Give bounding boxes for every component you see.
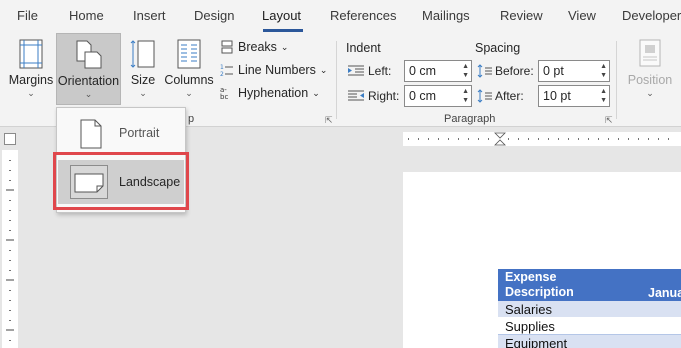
breaks-label: Breaks bbox=[238, 40, 277, 54]
highlight-box bbox=[53, 152, 189, 210]
tab-references[interactable]: References bbox=[330, 8, 396, 23]
group-separator bbox=[616, 41, 617, 119]
indent-left-row: Left: bbox=[347, 60, 391, 82]
spinner-arrows-icon[interactable]: ▲ ▼ bbox=[600, 87, 607, 105]
indent-right-field[interactable]: 0 cm ▲ ▼ bbox=[404, 85, 472, 107]
tab-review[interactable]: Review bbox=[500, 8, 543, 23]
chevron-down-icon: ⌄ bbox=[84, 89, 93, 99]
tab-mailings[interactable]: Mailings bbox=[422, 8, 470, 23]
indent-left-field[interactable]: 0 cm ▲ ▼ bbox=[404, 60, 472, 82]
hyphenation-label: Hyphenation bbox=[238, 86, 309, 100]
tab-view[interactable]: View bbox=[568, 8, 596, 23]
hyphenation-button[interactable]: a-bc Hyphenation ⌄ bbox=[220, 83, 320, 103]
portrait-icon bbox=[80, 119, 102, 152]
spinner-arrows-icon[interactable]: ▲ ▼ bbox=[600, 62, 607, 80]
size-label: Size bbox=[130, 73, 156, 87]
spacing-label: Spacing bbox=[475, 41, 521, 55]
margins-button[interactable]: Margins ⌄ bbox=[7, 33, 55, 105]
spacing-before-value: 0 pt bbox=[543, 64, 564, 78]
vertical-ruler[interactable] bbox=[2, 150, 18, 348]
margins-label: Margins bbox=[8, 73, 54, 87]
indent-left-value: 0 cm bbox=[409, 64, 437, 78]
tab-design[interactable]: Design bbox=[194, 8, 234, 23]
breaks-icon bbox=[221, 40, 233, 54]
hyphenation-icon: a-bc bbox=[220, 86, 228, 100]
margins-icon bbox=[18, 39, 44, 72]
table-header-row: Expense Description Janua bbox=[498, 269, 681, 301]
orientation-button[interactable]: Orientation ⌄ bbox=[56, 33, 121, 105]
indent-right-icon bbox=[348, 90, 364, 101]
indent-left-label: Left: bbox=[368, 64, 392, 78]
spacing-before-label: Before: bbox=[495, 64, 534, 78]
chevron-down-icon: ⌄ bbox=[646, 88, 654, 98]
ribbon-tab-bar: File Home Insert Design Layout Reference… bbox=[0, 0, 681, 33]
chevron-down-icon: ⌄ bbox=[139, 88, 147, 98]
active-tab-indicator bbox=[263, 29, 303, 32]
indent-right-row: Right: bbox=[347, 85, 399, 107]
spacing-before-row: Before: bbox=[477, 60, 534, 82]
paragraph-group-label: Paragraph bbox=[444, 113, 496, 125]
tab-layout[interactable]: Layout bbox=[262, 8, 301, 23]
tab-file[interactable]: File bbox=[17, 8, 38, 23]
line-numbers-button[interactable]: 12 Line Numbers ⌄ bbox=[220, 60, 327, 80]
chevron-down-icon: ⌄ bbox=[312, 87, 320, 98]
spacing-before-field[interactable]: 0 pt ▲ ▼ bbox=[538, 60, 610, 82]
group-separator bbox=[336, 41, 337, 119]
chevron-down-icon: ⌄ bbox=[319, 64, 328, 75]
columns-icon bbox=[177, 39, 201, 72]
page-setup-group-label: p bbox=[188, 113, 195, 125]
page-size-icon bbox=[130, 39, 156, 72]
spacing-before-icon bbox=[477, 64, 492, 78]
orientation-label: Orientation bbox=[57, 74, 120, 88]
tab-insert[interactable]: Insert bbox=[133, 8, 166, 23]
table-header-cell: Janua bbox=[648, 286, 681, 300]
spacing-after-icon bbox=[477, 89, 492, 103]
spinner-arrows-icon[interactable]: ▲ ▼ bbox=[462, 87, 469, 105]
indent-left-icon bbox=[348, 65, 364, 76]
spacing-after-label: After: bbox=[495, 89, 524, 103]
breaks-button[interactable]: Breaks ⌄ bbox=[220, 37, 288, 57]
orientation-icon bbox=[75, 40, 103, 73]
spacing-after-field[interactable]: 10 pt ▲ ▼ bbox=[538, 85, 610, 107]
spinner-arrows-icon[interactable]: ▲ ▼ bbox=[462, 62, 469, 80]
svg-text:bc: bc bbox=[220, 93, 228, 100]
columns-label: Columns bbox=[164, 73, 214, 87]
indent-label: Indent bbox=[346, 41, 381, 55]
ruler-ticks bbox=[408, 132, 669, 146]
svg-text:1: 1 bbox=[220, 64, 224, 71]
page-setup-launcher-icon[interactable]: ⇱ bbox=[325, 115, 333, 126]
tab-developer[interactable]: Developer bbox=[622, 8, 681, 23]
tab-home[interactable]: Home bbox=[69, 8, 104, 23]
table-row: Salaries bbox=[498, 301, 681, 318]
table-row: Supplies bbox=[498, 318, 681, 335]
expense-table: Expense Description Janua Salaries Suppl… bbox=[498, 269, 681, 348]
table-row: Equipment bbox=[498, 335, 681, 348]
position-button[interactable]: Position ⌄ bbox=[625, 33, 675, 105]
chevron-down-icon: ⌄ bbox=[27, 88, 35, 98]
position-label: Position bbox=[627, 73, 673, 87]
header-line: Expense bbox=[505, 270, 557, 284]
portrait-label: Portrait bbox=[119, 126, 160, 140]
header-line: Description bbox=[505, 285, 574, 299]
columns-button[interactable]: Columns ⌄ bbox=[163, 33, 215, 105]
chevron-down-icon: ⌄ bbox=[280, 41, 289, 52]
spacing-after-value: 10 pt bbox=[543, 89, 571, 103]
tab-selector-icon[interactable] bbox=[4, 133, 16, 145]
paragraph-launcher-icon[interactable]: ⇱ bbox=[605, 115, 613, 126]
menu-item-portrait[interactable]: Portrait bbox=[58, 111, 184, 155]
line-numbers-icon: 12 bbox=[220, 64, 233, 77]
spacing-after-row: After: bbox=[477, 85, 524, 107]
indent-right-value: 0 cm bbox=[409, 89, 437, 103]
table-header-cell: Expense Description bbox=[505, 270, 574, 300]
svg-text:2: 2 bbox=[220, 71, 224, 77]
ruler-ticks bbox=[6, 160, 14, 341]
size-button[interactable]: Size ⌄ bbox=[124, 33, 162, 105]
line-numbers-label: Line Numbers bbox=[238, 63, 316, 77]
indent-right-label: Right: bbox=[368, 89, 400, 103]
horizontal-ruler[interactable] bbox=[403, 132, 681, 146]
position-icon bbox=[639, 39, 661, 70]
chevron-down-icon: ⌄ bbox=[185, 88, 193, 98]
